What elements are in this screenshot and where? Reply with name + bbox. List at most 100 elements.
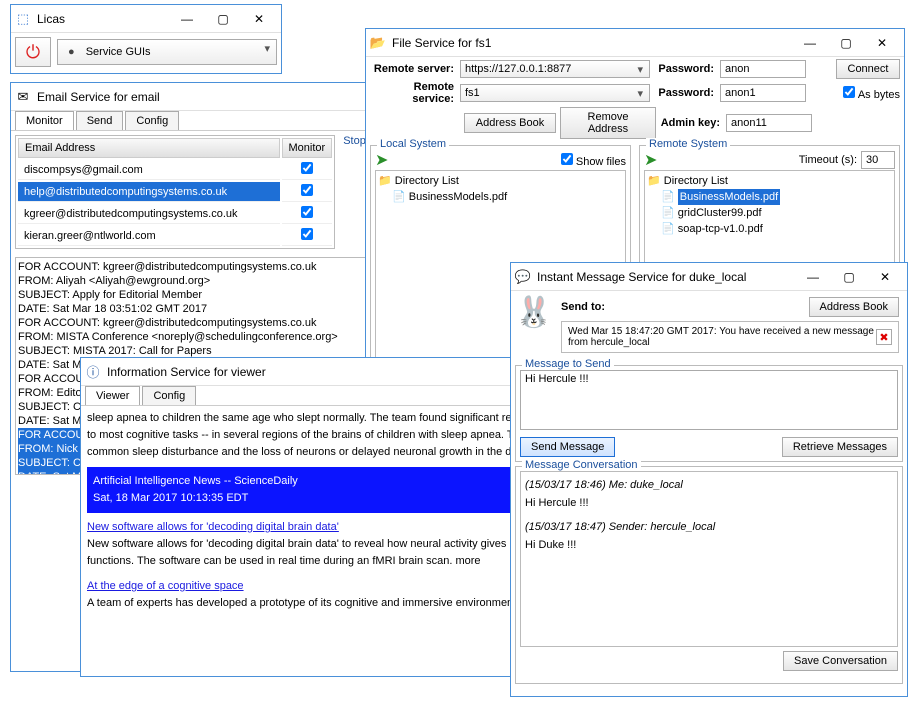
log-line: SUBJECT: Apply for Editorial Member bbox=[18, 288, 372, 302]
maximize-button[interactable]: ▢ bbox=[831, 265, 867, 289]
close-button[interactable]: ✕ bbox=[241, 7, 277, 31]
file-title: File Service for fs1 bbox=[392, 36, 792, 50]
password2-input[interactable] bbox=[720, 84, 806, 102]
address-book-button[interactable]: Address Book bbox=[464, 113, 556, 133]
remote-service-label: Remote service: bbox=[370, 81, 460, 105]
email-icon: ✉ bbox=[15, 89, 31, 105]
conversation-fieldset: Message Conversation (15/03/17 18:46) Me… bbox=[515, 466, 903, 684]
conv-line: (15/03/17 18:47) Sender: hercule_local bbox=[525, 518, 893, 536]
article-link-2[interactable]: At the edge of a cognitive space bbox=[87, 580, 244, 592]
sendto-label: Send to: bbox=[561, 301, 611, 313]
tab-monitor[interactable]: Monitor bbox=[15, 111, 74, 130]
info-icon: ⓘ bbox=[85, 364, 101, 380]
password2-label: Password: bbox=[650, 87, 720, 99]
tree-file: 📄 BusinessModels.pdf bbox=[378, 189, 623, 205]
log-line: FROM: Aliyah <Aliyah@ewground.org> bbox=[18, 274, 372, 288]
maximize-button[interactable]: ▢ bbox=[205, 7, 241, 31]
character-icon: 🐰 bbox=[515, 295, 557, 337]
tab-config[interactable]: Config bbox=[125, 111, 179, 130]
article-link-1[interactable]: New software allows for 'decoding digita… bbox=[87, 521, 339, 533]
remote-server-select[interactable]: https://127.0.0.1:8877 bbox=[460, 60, 650, 78]
im-window: 💬 Instant Message Service for duke_local… bbox=[510, 262, 908, 697]
email-titlebar: ✉ Email Service for email bbox=[11, 83, 379, 111]
folder-icon[interactable]: ➤ bbox=[644, 150, 657, 170]
notification-bar: Wed Mar 15 18:47:20 GMT 2017: You have r… bbox=[561, 321, 899, 353]
asbytes-checkbox[interactable]: As bytes bbox=[843, 86, 900, 101]
tab-send[interactable]: Send bbox=[76, 111, 124, 130]
tree-file: 📄 soap-tcp-v1.0.pdf bbox=[647, 221, 892, 237]
retrieve-button[interactable]: Retrieve Messages bbox=[782, 437, 898, 457]
adminkey-label: Admin key: bbox=[656, 117, 726, 129]
send-button[interactable]: Send Message bbox=[520, 437, 615, 457]
file-titlebar: 📂 File Service for fs1 — ▢ ✕ bbox=[366, 29, 904, 57]
delete-icon[interactable]: ✖ bbox=[876, 329, 892, 345]
folder-icon[interactable]: ➤ bbox=[375, 150, 388, 170]
conv-line: Hi Hercule !!! bbox=[525, 494, 893, 512]
monitor-checkbox[interactable] bbox=[301, 206, 313, 218]
minimize-button[interactable]: — bbox=[792, 31, 828, 55]
message-send-fieldset: Message to Send Send Message Retrieve Me… bbox=[515, 365, 903, 462]
maximize-button[interactable]: ▢ bbox=[828, 31, 864, 55]
conv-line: (15/03/17 18:46) Me: duke_local bbox=[525, 476, 893, 494]
conv-legend: Message Conversation bbox=[522, 459, 641, 471]
tree-file: 📄 BusinessModels.pdf bbox=[647, 189, 892, 205]
password-label: Password: bbox=[650, 63, 720, 75]
local-legend: Local System bbox=[377, 138, 449, 150]
table-row: kgreer@distributedcomputingsystems.co.uk bbox=[18, 204, 332, 224]
service-guis-dropdown[interactable]: ● Service GUIs bbox=[57, 39, 277, 65]
showfiles-checkbox[interactable]: Show files bbox=[561, 153, 626, 168]
notification-text: Wed Mar 15 18:47:20 GMT 2017: You have r… bbox=[568, 326, 876, 348]
col-monitor: Monitor bbox=[282, 138, 333, 158]
im-title: Instant Message Service for duke_local bbox=[537, 270, 795, 284]
conversation-log[interactable]: (15/03/17 18:46) Me: duke_local Hi Hercu… bbox=[520, 471, 898, 647]
close-button[interactable]: ✕ bbox=[867, 265, 903, 289]
table-row: discompsys@gmail.com bbox=[18, 160, 332, 180]
close-button[interactable]: ✕ bbox=[864, 31, 900, 55]
circle-icon: ● bbox=[68, 46, 75, 58]
licas-titlebar: ⬚ Licas — ▢ ✕ bbox=[11, 5, 281, 33]
remote-service-select[interactable]: fs1 bbox=[460, 84, 650, 102]
tab-viewer[interactable]: Viewer bbox=[85, 386, 140, 405]
app-icon: ⬚ bbox=[15, 11, 31, 27]
pdf-icon: 📄 bbox=[661, 223, 675, 235]
log-line: FOR ACCOUNT: kgreer@distributedcomputing… bbox=[18, 316, 372, 330]
table-row: help@distributedcomputingsystems.co.uk bbox=[18, 182, 332, 202]
im-titlebar: 💬 Instant Message Service for duke_local… bbox=[511, 263, 907, 291]
email-tabs: Monitor Send Config bbox=[11, 111, 379, 131]
connect-button[interactable]: Connect bbox=[836, 59, 900, 79]
adminkey-input[interactable] bbox=[726, 114, 812, 132]
minimize-button[interactable]: — bbox=[169, 7, 205, 31]
conv-line: Hi Duke !!! bbox=[525, 536, 893, 554]
log-line: DATE: Sat Mar 18 03:51:02 GMT 2017 bbox=[18, 302, 372, 316]
folder-icon: 📁 bbox=[378, 175, 392, 187]
minimize-button[interactable]: — bbox=[795, 265, 831, 289]
msgsend-legend: Message to Send bbox=[522, 358, 614, 370]
monitor-checkbox[interactable] bbox=[301, 228, 313, 240]
table-row: kieran.greer@ntlworld.com bbox=[18, 226, 332, 246]
save-conversation-button[interactable]: Save Conversation bbox=[783, 651, 898, 671]
pdf-icon: 📄 bbox=[392, 191, 406, 203]
timeout-input[interactable] bbox=[861, 151, 895, 169]
monitor-checkbox[interactable] bbox=[301, 162, 313, 174]
log-line: SUBJECT: MISTA 2017: Call for Papers bbox=[18, 344, 372, 358]
tab-config[interactable]: Config bbox=[142, 386, 196, 405]
tree-root: 📁 Directory List bbox=[647, 173, 892, 189]
remote-server-label: Remote server: bbox=[370, 63, 460, 75]
pdf-icon: 📄 bbox=[661, 207, 675, 219]
message-input[interactable] bbox=[520, 370, 898, 430]
col-email: Email Address bbox=[18, 138, 280, 158]
timeout-label: Timeout (s): bbox=[799, 154, 857, 166]
chat-icon: 💬 bbox=[515, 269, 531, 285]
licas-title: Licas bbox=[37, 12, 169, 26]
email-table[interactable]: Email AddressMonitor discompsys@gmail.co… bbox=[15, 135, 335, 249]
licas-window: ⬚ Licas — ▢ ✕ ⏻ ● Service GUIs bbox=[10, 4, 282, 74]
remove-address-button[interactable]: Remove Address bbox=[560, 107, 656, 139]
log-line: FROM: MISTA Conference <noreply@scheduli… bbox=[18, 330, 372, 344]
password-input[interactable] bbox=[720, 60, 806, 78]
log-line: FOR ACCOUNT: kgreer@distributedcomputing… bbox=[18, 260, 372, 274]
address-book-button[interactable]: Address Book bbox=[809, 297, 899, 317]
power-button[interactable]: ⏻ bbox=[15, 37, 51, 67]
monitor-checkbox[interactable] bbox=[301, 184, 313, 196]
tree-root: 📁 Directory List bbox=[378, 173, 623, 189]
email-title: Email Service for email bbox=[37, 90, 375, 104]
